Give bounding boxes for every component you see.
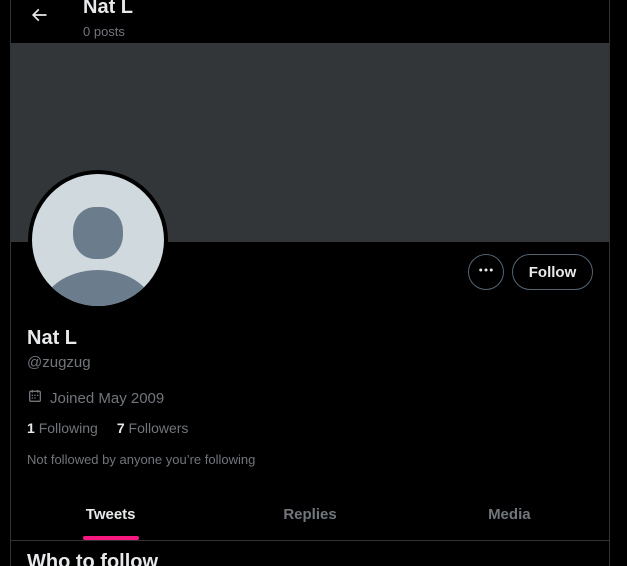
followers-count: 7 [116,420,125,436]
tab-label: Tweets [85,505,136,523]
following-count: 1 [27,420,35,436]
profile-handle: @zugzug [27,354,91,371]
calendar-icon [27,388,50,408]
avatar[interactable] [28,170,168,310]
tab-label: Replies [283,505,337,523]
profile-name: Nat L [27,327,77,349]
active-tab-indicator [82,536,139,540]
profile-column: Nat L 0 posts Follow Nat L @zugzug Joine… [10,0,610,566]
back-button[interactable] [25,3,53,31]
arrow-left-icon [29,5,49,30]
following-link[interactable]: 1 Following [27,420,98,436]
following-label: Following [38,420,98,436]
profile-header-bar: Nat L 0 posts [11,0,609,43]
followers-link[interactable]: 7 Followers [117,420,189,436]
profile-tabs: Tweets Replies Media [11,488,609,541]
tab-label: Media [488,505,531,523]
joined-date: Joined May 2009 [27,388,164,408]
more-options-button[interactable] [468,254,504,290]
default-avatar-icon [32,174,164,306]
joined-label: Joined May 2009 [50,389,165,407]
follow-stats: 1 Following 7 Followers [27,420,188,436]
tab-media[interactable]: Media [410,488,609,540]
header-post-count: 0 posts [83,24,125,39]
tab-tweets[interactable]: Tweets [11,488,210,540]
mutual-followers-text: Not followed by anyone you’re following [27,452,256,467]
ellipsis-icon [477,261,495,284]
follow-button[interactable]: Follow [512,254,593,290]
header-title: Nat L [83,0,133,18]
tab-replies[interactable]: Replies [210,488,409,540]
followers-label: Followers [128,420,189,436]
who-to-follow-heading: Who to follow [27,551,159,566]
